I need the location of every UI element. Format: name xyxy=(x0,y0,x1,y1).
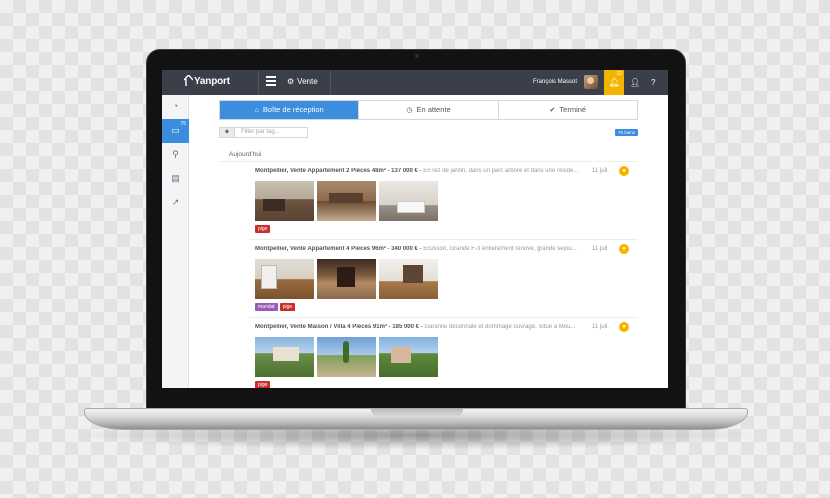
inbox-badge: 75 xyxy=(180,121,186,127)
listing-description: Garantie décennale et dommage ouvrage. S… xyxy=(424,324,576,330)
listing-price: 340 000 € xyxy=(391,246,418,252)
tab-bar: ⌂ Boîte de réception ◷ En attente ✔ Terminé xyxy=(219,100,638,120)
hamburger-menu-icon[interactable] xyxy=(266,76,276,86)
laptop-base xyxy=(84,408,748,430)
assign-user-icon[interactable]: ● xyxy=(619,166,629,176)
listing-title: Montpellier, Vente Appartement 4 Pièces … xyxy=(255,246,386,252)
listing-title-line: Montpellier, Vente Appartement 4 Pièces … xyxy=(255,246,585,252)
tab-label: Terminé xyxy=(559,105,587,114)
tag-filter-input[interactable]: Filter par tag... xyxy=(234,127,308,138)
notifications-button[interactable]: 🔔︎ 12 xyxy=(604,70,624,95)
listing-description: Ecusson, Grande F-3 entièrement rénové, … xyxy=(423,246,577,252)
day-header: Aujourd'hui xyxy=(229,151,262,158)
sidebar-item-inbox[interactable]: ▭ 75 xyxy=(162,119,189,143)
sidebar-item-dashboard[interactable]: ◔ xyxy=(162,95,189,119)
tag-mandat[interactable]: mandat xyxy=(255,303,278,311)
tab-label: Boîte de réception xyxy=(262,105,324,114)
listing-photo[interactable] xyxy=(379,337,438,377)
listing-photos xyxy=(255,259,438,299)
listing-tags: pige xyxy=(255,381,271,388)
tag-pige[interactable]: pige xyxy=(255,225,271,233)
listing-tags: pige xyxy=(255,225,271,233)
logo-text: Yanport xyxy=(194,76,230,87)
help-icon[interactable]: ? xyxy=(651,78,655,87)
listing-photo[interactable] xyxy=(379,181,438,221)
listing-item[interactable]: Montpellier, Vente Appartement 4 Pièces … xyxy=(249,240,638,318)
tag-pige[interactable]: pige xyxy=(279,303,296,311)
listing-date: 11 juil. xyxy=(592,168,609,174)
inbox-icon: ▭ xyxy=(171,125,180,135)
listing-photo[interactable] xyxy=(317,337,376,377)
listing-title: Montpellier, Vente Maison / Villa 4 Pièc… xyxy=(255,324,387,330)
laptop-notch xyxy=(371,409,463,417)
section-label: Vente xyxy=(297,77,318,86)
camera-dot xyxy=(415,54,419,58)
listing-item[interactable]: Montpellier, Vente Maison / Villa 4 Pièc… xyxy=(249,318,638,388)
tab-label: En attente xyxy=(416,105,451,114)
listing-date: 11 juil. xyxy=(592,246,609,252)
listing-title-line: Montpellier, Vente Appartement 2 Pièces … xyxy=(255,168,585,174)
bell-icon: 🔔︎ xyxy=(608,77,620,87)
listing-price: 185 000 € xyxy=(392,324,419,330)
count-badge: 75 biens xyxy=(615,129,639,136)
sidebar-item-chart[interactable]: ↗ xyxy=(162,191,189,215)
listing-photo[interactable] xyxy=(379,259,438,299)
tab-pending[interactable]: ◷ En attente xyxy=(359,101,499,119)
clock-icon: ◷ xyxy=(406,107,413,114)
inbox-icon: ⌂ xyxy=(254,107,259,114)
top-bar: Yanport ⚙ Vente François Massot 🔔︎ 12 👤︎ … xyxy=(162,70,668,95)
listing-photo[interactable] xyxy=(255,337,314,377)
tag-icon: ⬥ xyxy=(219,127,234,138)
avatar[interactable] xyxy=(584,75,598,89)
listing-title: Montpellier, Vente Appartement 2 Pièces … xyxy=(255,168,386,174)
listing-tags: mandat pige xyxy=(255,303,296,311)
user-icon[interactable]: 👤︎ xyxy=(630,78,640,87)
user-name[interactable]: François Massot xyxy=(533,79,577,85)
gear-icon: ⚙ xyxy=(287,77,295,86)
assign-user-icon[interactable]: ● xyxy=(619,322,629,332)
sidebar-item-search[interactable]: ⚲ xyxy=(162,143,189,167)
listing-photo[interactable] xyxy=(317,181,376,221)
app-screen: Yanport ⚙ Vente François Massot 🔔︎ 12 👤︎ … xyxy=(162,70,668,388)
search-icon: ⚲ xyxy=(172,149,179,159)
section-selector[interactable]: ⚙ Vente xyxy=(287,77,318,86)
app-logo[interactable]: Yanport xyxy=(184,75,230,87)
listing-photos xyxy=(255,181,438,221)
listing-photo[interactable] xyxy=(255,181,314,221)
listing-photo[interactable] xyxy=(317,259,376,299)
book-icon: ▤ xyxy=(171,173,180,183)
sidebar-item-book[interactable]: ▤ xyxy=(162,167,189,191)
listing-price: 137 000 € xyxy=(391,168,418,174)
sidebar: ◔ ▭ 75 ⚲ ▤ ↗ xyxy=(162,95,189,388)
tab-done[interactable]: ✔ Terminé xyxy=(498,101,637,119)
assign-user-icon[interactable]: ● xyxy=(619,244,629,254)
house-logo-icon xyxy=(184,75,193,86)
tab-inbox[interactable]: ⌂ Boîte de réception xyxy=(220,101,360,119)
listing-photo[interactable] xyxy=(255,259,314,299)
listing-date: 11 juil. xyxy=(592,324,609,330)
listing-photos xyxy=(255,337,438,377)
listing-description: En rez de jardin, dans un parc arboré et… xyxy=(423,168,579,174)
tag-pige[interactable]: pige xyxy=(255,381,271,388)
divider xyxy=(330,70,331,95)
chart-icon: ↗ xyxy=(171,197,180,207)
listing-title-line: Montpellier, Vente Maison / Villa 4 Pièc… xyxy=(255,324,585,330)
check-icon: ✔ xyxy=(549,107,556,114)
divider xyxy=(258,70,259,95)
listing-item[interactable]: Montpellier, Vente Appartement 2 Pièces … xyxy=(249,162,638,240)
notification-count: 12 xyxy=(616,71,622,77)
dashboard-icon: ◔ xyxy=(172,101,179,111)
